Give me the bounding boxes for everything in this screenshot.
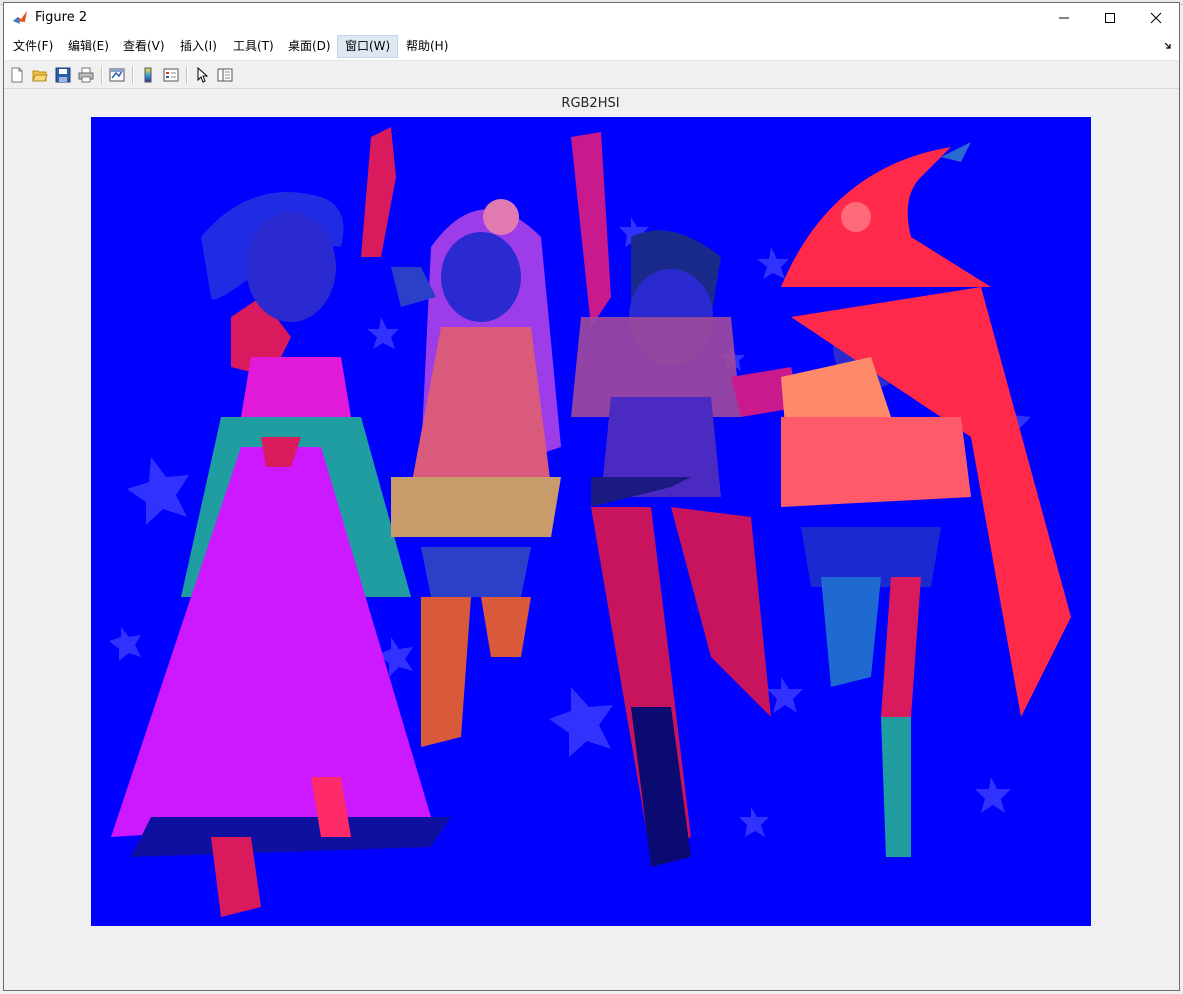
maximize-icon <box>1105 13 1115 23</box>
link-plot-icon <box>109 68 125 82</box>
toolbar-separator <box>186 66 188 84</box>
close-icon <box>1150 12 1162 24</box>
axes-title: RGB2HSI <box>561 96 620 111</box>
dock-arrow-icon[interactable] <box>1163 41 1173 51</box>
toolbar-separator <box>132 66 134 84</box>
toolbar-separator <box>101 66 103 84</box>
print-icon <box>78 67 94 83</box>
save-button[interactable] <box>53 65 73 85</box>
edit-plot-button[interactable] <box>192 65 212 85</box>
menu-window[interactable]: 窗口(W) <box>337 35 399 58</box>
close-button[interactable] <box>1133 3 1179 33</box>
property-inspector-icon <box>217 68 233 82</box>
menu-view[interactable]: 查看(V) <box>116 35 172 58</box>
save-icon <box>55 67 71 83</box>
menu-insert[interactable]: 插入(I) <box>173 35 224 58</box>
maximize-button[interactable] <box>1087 3 1133 33</box>
insert-legend-button[interactable] <box>161 65 181 85</box>
open-file-icon <box>32 70 48 82</box>
menu-bar: 文件(F) 编辑(E) 查看(V) 插入(I) 工具(T) 桌面(D) 窗口(W… <box>4 33 1179 61</box>
print-button[interactable] <box>76 65 96 85</box>
colorbar-icon <box>144 67 152 83</box>
minimize-button[interactable] <box>1041 3 1087 33</box>
new-figure-icon <box>11 67 23 83</box>
insert-colorbar-button[interactable] <box>138 65 158 85</box>
figure-toolbar <box>4 61 1179 89</box>
menu-edit[interactable]: 编辑(E) <box>61 35 116 58</box>
property-inspector-button[interactable] <box>215 65 235 85</box>
new-figure-button[interactable] <box>7 65 27 85</box>
link-plot-button[interactable] <box>107 65 127 85</box>
open-file-button[interactable] <box>30 65 50 85</box>
title-bar[interactable]: Figure 2 <box>4 3 1179 33</box>
image-axes[interactable] <box>91 117 1091 926</box>
menu-tools[interactable]: 工具(T) <box>226 35 281 58</box>
window-title: Figure 2 <box>35 10 88 25</box>
menu-file[interactable]: 文件(F) <box>6 35 60 58</box>
edit-plot-cursor-icon <box>197 67 209 83</box>
legend-icon <box>163 68 179 82</box>
matlab-logo-icon <box>12 10 28 26</box>
minimize-icon <box>1059 17 1069 19</box>
menu-desktop[interactable]: 桌面(D) <box>281 35 338 58</box>
hsi-image <box>91 117 1091 926</box>
menu-help[interactable]: 帮助(H) <box>399 35 455 58</box>
